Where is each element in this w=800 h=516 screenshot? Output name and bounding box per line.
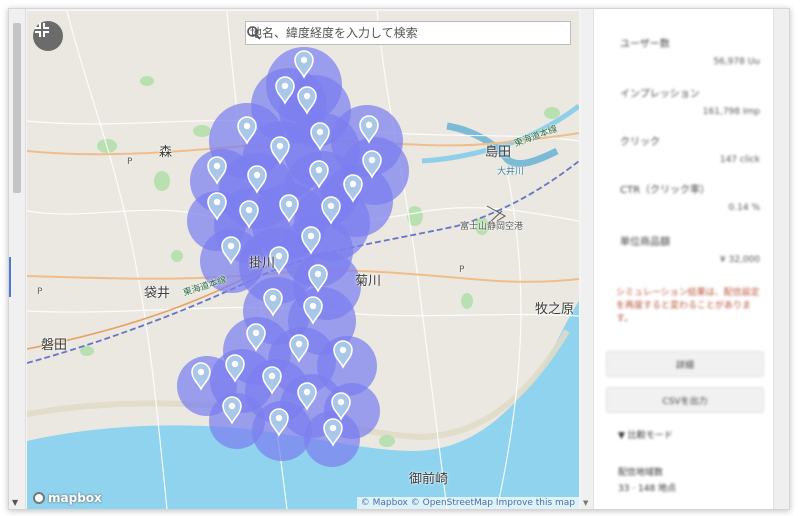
label-iwata: 磐田 <box>41 338 68 353</box>
left-scrollbar-thumb[interactable] <box>13 23 21 193</box>
delivery-meta: 配信地域数 33 · 148 地点 <box>618 465 676 497</box>
exit-fullscreen-icon <box>35 23 49 37</box>
stat-unit-price-value: ¥ 32,000 <box>719 255 760 265</box>
mapbox-logo[interactable]: mapbox <box>33 491 102 505</box>
delivery-meta-title: 配信地域数 <box>618 468 664 478</box>
active-indicator <box>9 257 11 297</box>
label-airport: 富士山静岡空港 <box>460 222 524 232</box>
label-kakegawa: 掛川 <box>249 256 276 271</box>
stat-unit-price-label: 単位商品額 <box>620 237 670 248</box>
map-canvas[interactable] <box>27 11 579 509</box>
map-attribution[interactable]: © Mapbox © OpenStreetMap Improve this ma… <box>356 497 579 509</box>
csv-export-button[interactable]: CSVを出力 <box>606 387 764 413</box>
label-shimada: 島田 <box>485 145 512 160</box>
scroll-down-arrow-icon[interactable]: ▼ <box>12 498 18 507</box>
app-window: ▼ 森 島田 掛川 袋井 菊川 牧之原 磐田 御前崎 富士山静岡空港 大井川 東… <box>8 8 790 510</box>
compare-mode-toggle[interactable]: ▼ 比較モード <box>618 428 673 441</box>
label-parking-2: P <box>459 265 465 275</box>
label-mori: 森 <box>159 145 173 160</box>
map-scroll-down-icon[interactable]: ▼ <box>583 499 588 507</box>
stat-clicks-label: クリック <box>620 137 660 148</box>
label-kikugawa: 菊川 <box>355 274 382 289</box>
stat-unit-price: 単位商品額 ¥ 32,000 <box>620 233 760 265</box>
detail-button[interactable]: 詳細 <box>606 351 764 377</box>
map-scrollbar[interactable]: ▼ <box>581 9 593 509</box>
stat-ctr: CTR（クリック率） 0.14 % <box>620 181 760 213</box>
label-parking-1: P <box>127 157 133 167</box>
search-input[interactable] <box>246 22 550 44</box>
stat-clicks-value: 147 click <box>719 155 760 165</box>
stats-panel: ユーザー数 56,978 Uu インプレッション 161,798 Imp クリッ… <box>593 9 774 509</box>
mapbox-logo-text: mapbox <box>48 491 102 505</box>
label-oigawa: 大井川 <box>497 167 525 177</box>
panel-scrollbar[interactable] <box>773 9 789 509</box>
mapbox-logo-icon <box>33 492 45 504</box>
label-omaezaki: 御前崎 <box>409 472 449 487</box>
warning-text: シミュレーション結果は、配信設定を再度すると変わることがあります。 <box>616 288 760 324</box>
stat-impressions: インプレッション 161,798 Imp <box>620 85 760 117</box>
stat-clicks: クリック 147 click <box>620 133 760 165</box>
search-box[interactable] <box>245 21 571 45</box>
label-parking-3: P <box>37 287 43 297</box>
stat-impressions-value: 161,798 Imp <box>702 107 760 117</box>
search-icon[interactable] <box>246 25 262 41</box>
stat-users-label: ユーザー数 <box>620 39 670 50</box>
stat-ctr-value: 0.14 % <box>728 203 760 213</box>
stat-ctr-label: CTR（クリック率） <box>620 185 711 196</box>
label-fukuroi: 袋井 <box>144 286 171 301</box>
left-scrollbar[interactable]: ▼ <box>9 9 26 509</box>
delivery-meta-value: 33 · 148 地点 <box>618 484 677 494</box>
stat-users: ユーザー数 56,978 Uu <box>620 35 760 67</box>
stat-users-value: 56,978 Uu <box>713 57 760 67</box>
stat-impressions-label: インプレッション <box>620 89 700 100</box>
label-makinohara: 牧之原 <box>535 302 575 317</box>
exit-fullscreen-button[interactable] <box>33 21 63 51</box>
map-view[interactable]: 森 島田 掛川 袋井 菊川 牧之原 磐田 御前崎 富士山静岡空港 大井川 東海道… <box>27 11 579 509</box>
